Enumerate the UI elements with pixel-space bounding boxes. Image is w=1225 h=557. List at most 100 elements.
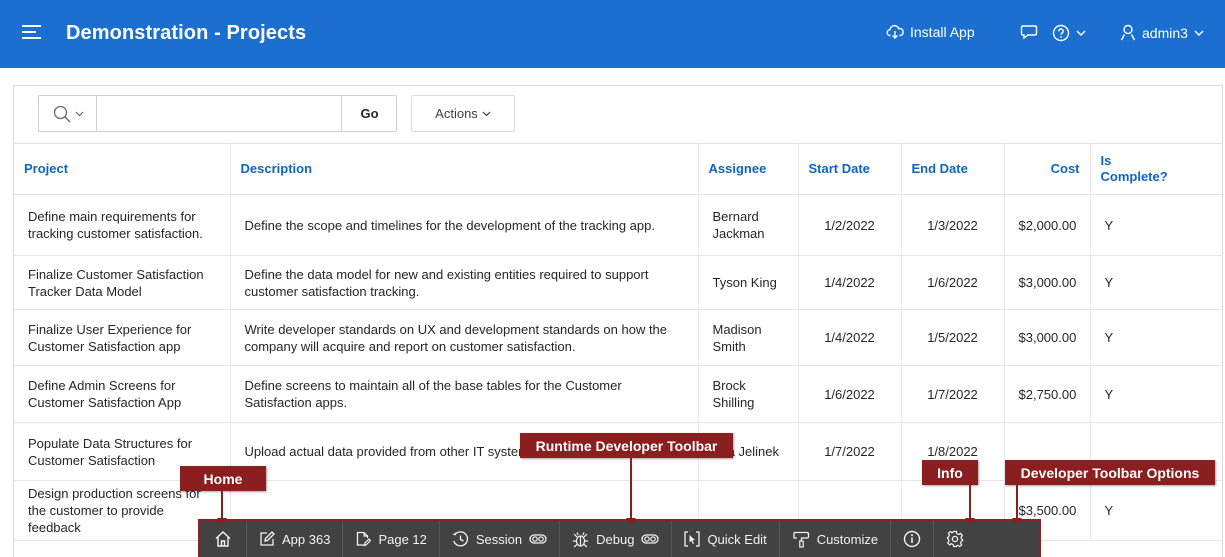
debug-button[interactable]: Debug [560,521,673,557]
column-header-cost[interactable]: Cost [1004,143,1091,195]
actions-menu-button[interactable]: Actions [411,95,515,132]
hamburger-menu-icon[interactable] [22,25,41,39]
table-row: Finalize Customer Satisfaction Tracker D… [14,255,1222,310]
project-cell: Define Admin Screens for Customer Satisf… [14,365,231,423]
chat-button[interactable] [1020,24,1038,40]
customize-label: Customize [816,531,879,547]
assignee-cell: Madison Smith [698,309,799,366]
table-row: Finalize User Experience for Customer Sa… [14,309,1222,366]
description-cell: Define the scope and timelines for the d… [230,194,699,256]
assignee-cell: Brock Shilling [698,365,799,423]
search-column-selector[interactable] [39,96,97,131]
install-app-button[interactable]: Install App [886,24,975,40]
cost-cell: $3,000.00 [1004,255,1091,310]
install-app-label: Install App [910,24,975,40]
edit-icon [260,531,275,546]
page-button[interactable]: Page 12 [343,521,440,557]
toggle-icon [641,534,660,544]
end-date-cell: 1/7/2022 [901,365,1005,423]
search-icon [53,105,71,123]
start-date-cell: 1/7/2022 [798,422,902,481]
is-complete-cell: Y [1090,309,1222,366]
is-complete-cell: Y [1090,365,1222,423]
start-date-cell: 1/2/2022 [798,194,902,256]
brush-icon [793,531,809,548]
customize-button[interactable]: Customize [780,521,892,557]
cloud-download-icon [886,24,904,39]
home-icon [215,531,231,547]
page-label: Page 12 [378,531,427,547]
runtime-developer-toolbar: App 363 Page 12 Session Debug Quick Edit… [198,519,1041,557]
column-header-project[interactable]: Project [14,143,231,195]
info-button[interactable] [891,521,935,557]
home-callout: Home [180,466,266,491]
column-header-end-date[interactable]: End Date [901,143,1005,195]
go-button[interactable]: Go [342,96,397,131]
session-button[interactable]: Session [440,521,561,557]
end-date-cell: 1/5/2022 [901,309,1005,366]
actions-label: Actions [435,106,478,121]
is-complete-cell: Y [1090,255,1222,310]
chevron-down-icon [75,111,84,117]
end-date-cell: 1/6/2022 [901,255,1005,310]
page-edit-icon [357,531,372,547]
start-date-cell: 1/6/2022 [798,365,902,423]
app-button[interactable]: App 363 [247,521,344,557]
chevron-down-icon [482,111,491,116]
debug-label: Debug [596,531,635,547]
help-circle-icon [1052,24,1070,42]
cursor-select-icon [684,531,701,547]
app-label: App 363 [282,531,331,547]
is-complete-cell: Y [1090,194,1222,256]
project-cell: Define main requirements for tracking cu… [14,194,231,256]
chevron-down-icon [1194,30,1204,36]
cost-cell: $2,750.00 [1004,365,1091,423]
user-menu[interactable]: admin3 [1120,24,1204,41]
runtime-toolbar-callout-arrow [626,458,636,525]
bug-icon [573,531,589,547]
cost-cell: $3,000.00 [1004,309,1091,366]
description-cell: Define screens to maintain all of the ba… [230,365,699,423]
column-header-assignee[interactable]: Assignee [698,143,799,195]
quick-edit-button[interactable]: Quick Edit [672,521,780,557]
project-cell: Finalize User Experience for Customer Sa… [14,309,231,366]
table-header-row: Project Description Assignee Start Date … [14,143,1222,195]
user-icon [1120,24,1136,41]
column-header-start-date[interactable]: Start Date [798,143,902,195]
search-bar: Go [38,95,397,132]
toolbar-options-callout: Developer Toolbar Options [1005,460,1215,485]
app-title[interactable]: Demonstration - Projects [66,22,306,45]
end-date-cell: 1/3/2022 [901,194,1005,256]
chevron-down-icon [1076,30,1086,36]
home-button[interactable] [200,521,247,557]
search-input[interactable] [97,96,342,131]
start-date-cell: 1/4/2022 [798,255,902,310]
start-date-cell: 1/4/2022 [798,309,902,366]
cost-cell: $2,000.00 [1004,194,1091,256]
help-menu[interactable] [1052,24,1086,42]
chat-bubble-icon [1020,25,1038,40]
column-header-description[interactable]: Description [230,143,699,195]
info-circle-icon [903,530,921,548]
table-row: Define main requirements for tracking cu… [14,194,1222,256]
clock-icon [452,530,468,547]
user-name: admin3 [1142,24,1188,41]
gear-icon [947,530,964,548]
description-cell: Define the data model for new and existi… [230,255,699,310]
runtime-toolbar-callout: Runtime Developer Toolbar [520,433,733,458]
table-row: Define Admin Screens for Customer Satisf… [14,365,1222,423]
toggle-icon [529,534,547,544]
session-label: Session [475,531,523,547]
app-header: Demonstration - Projects Install App adm… [0,0,1225,68]
info-callout-arrow [965,485,975,525]
assignee-cell: Tyson King [698,255,799,310]
toolbar-options-button[interactable] [934,521,976,557]
assignee-cell: Bernard Jackman [698,194,799,256]
quick-edit-label: Quick Edit [707,531,767,547]
is-complete-cell: Y [1090,480,1222,541]
home-callout-arrow [217,491,227,525]
column-header-is-complete[interactable]: Is Complete? [1090,143,1222,195]
description-cell: Write developer standards on UX and deve… [230,309,699,366]
info-callout: Info [922,460,978,485]
toolbar-options-callout-arrow [1012,485,1022,525]
